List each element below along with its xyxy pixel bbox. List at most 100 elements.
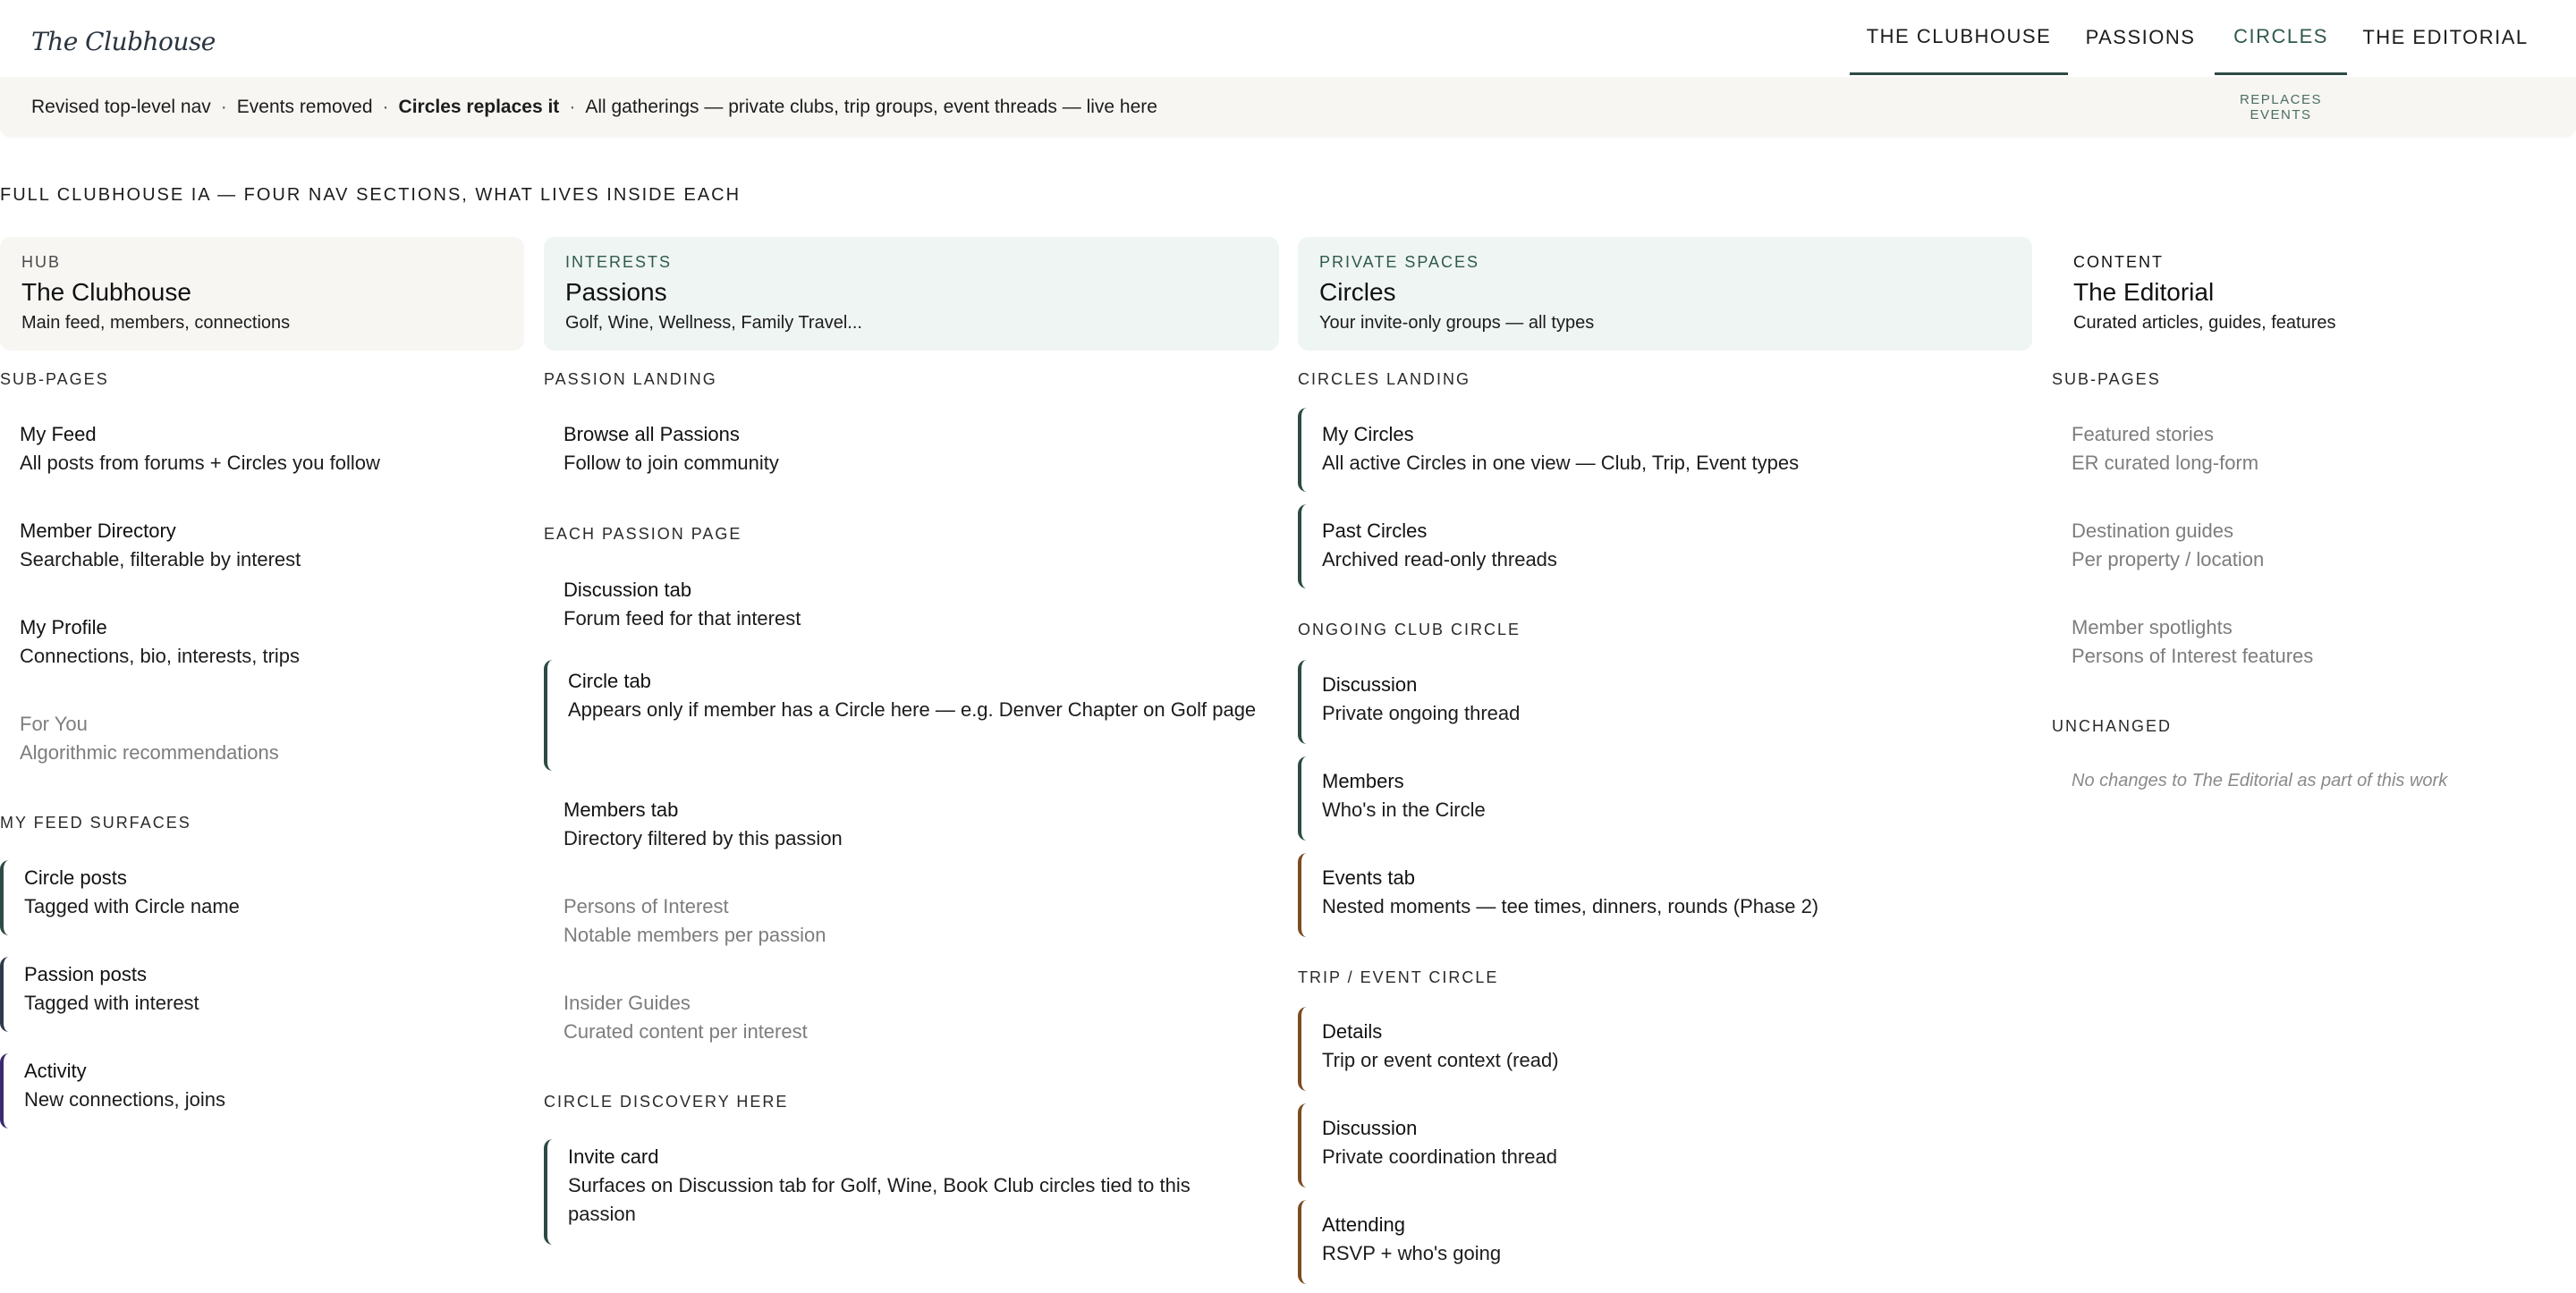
- item-desc: Private ongoing thread: [1322, 702, 1521, 724]
- item-title: Details: [1322, 1020, 1383, 1043]
- passions-item-invite-card[interactable]: Invite card Surfaces on Discussion tab f…: [544, 1139, 1279, 1245]
- item-title: Discussion: [1322, 1117, 1418, 1139]
- item-desc: Tagged with interest: [24, 992, 199, 1014]
- surface-passion-posts[interactable]: Passion posts Tagged with interest: [0, 957, 524, 1032]
- banner-separator: ·: [220, 97, 227, 117]
- trip-item-discussion[interactable]: Discussion Private coordination thread: [1298, 1103, 2032, 1187]
- logo[interactable]: The Clubhouse: [31, 27, 216, 56]
- editorial-item-featured-stories[interactable]: Featured stories ER curated long-form: [2052, 420, 2576, 477]
- circles-tag: PRIVATE SPACES: [1319, 253, 1480, 271]
- clubhouse-subtitle: Main feed, members, connections: [21, 313, 291, 333]
- item-desc: Forum feed for that interest: [564, 607, 801, 630]
- unchanged-label: UNCHANGED: [2052, 717, 2173, 735]
- item-desc: New connections, joins: [24, 1088, 226, 1111]
- item-title: Member spotlights: [2072, 616, 2233, 638]
- circles-title: Circles: [1319, 278, 1396, 306]
- nav-tab-circles[interactable]: CIRCLES: [2215, 0, 2347, 75]
- editorial-subpages-label: SUB-PAGES: [2052, 370, 2161, 388]
- item-title: My Profile: [20, 616, 107, 638]
- passions-item-circle-tab[interactable]: Circle tab Appears only if member has a …: [544, 660, 1279, 771]
- trip-item-attending[interactable]: Attending RSVP + who's going: [1298, 1200, 2032, 1284]
- clubhouse-item-my-feed[interactable]: My Feed All posts from forums + Circles …: [0, 420, 524, 477]
- page-heading: FULL CLUBHOUSE IA — FOUR NAV SECTIONS, W…: [0, 185, 741, 205]
- item-desc: Surfaces on Discussion tab for Golf, Win…: [568, 1174, 1191, 1225]
- clubhouse-title: The Clubhouse: [21, 278, 191, 306]
- nav-tab-editorial[interactable]: THE EDITORIAL: [2347, 0, 2544, 75]
- clubhouse-item-for-you[interactable]: For You Algorithmic recommendations: [0, 710, 524, 767]
- circles-replaces-note: REPLACES EVENTS: [2239, 92, 2323, 123]
- item-desc: Searchable, filterable by interest: [20, 548, 301, 570]
- club-item-events-tab[interactable]: Events tab Nested moments — tee times, d…: [1298, 853, 2032, 937]
- circles-header-card: PRIVATE SPACES Circles Your invite-only …: [1298, 237, 2032, 351]
- editorial-item-member-spotlights[interactable]: Member spotlights Persons of Interest fe…: [2052, 613, 2576, 671]
- item-title: My Circles: [1322, 423, 1414, 445]
- passions-item-browse[interactable]: Browse all Passions Follow to join commu…: [544, 420, 1279, 477]
- item-title: Featured stories: [2072, 423, 2214, 445]
- item-title: Persons of Interest: [564, 895, 729, 917]
- item-title: Members tab: [564, 799, 679, 821]
- item-title: Attending: [1322, 1213, 1405, 1236]
- item-desc: Tagged with Circle name: [24, 895, 240, 917]
- editorial-title: The Editorial: [2073, 278, 2215, 306]
- nav-tab-passions[interactable]: PASSIONS: [2068, 0, 2213, 75]
- passions-item-discussion-tab[interactable]: Discussion tab Forum feed for that inter…: [544, 576, 1279, 633]
- editorial-subtitle: Curated articles, guides, features: [2073, 313, 2336, 333]
- passions-title: Passions: [565, 278, 667, 306]
- item-desc: Persons of Interest features: [2072, 645, 2314, 667]
- item-title: Invite card: [568, 1145, 659, 1168]
- item-desc: RSVP + who's going: [1322, 1242, 1502, 1264]
- item-desc: ER curated long-form: [2072, 452, 2259, 474]
- surface-activity[interactable]: Activity New connections, joins: [0, 1053, 524, 1128]
- clubhouse-item-my-profile[interactable]: My Profile Connections, bio, interests, …: [0, 613, 524, 671]
- item-desc: Trip or event context (read): [1322, 1049, 1559, 1071]
- nav-tab-clubhouse[interactable]: THE CLUBHOUSE: [1850, 0, 2068, 75]
- banner-text-2: Events removed: [236, 97, 373, 117]
- passions-header-card: INTERESTS Passions Golf, Wine, Wellness,…: [544, 237, 1279, 351]
- trip-item-details[interactable]: Details Trip or event context (read): [1298, 1007, 2032, 1091]
- item-desc: Follow to join community: [564, 452, 779, 474]
- surface-circle-posts[interactable]: Circle posts Tagged with Circle name: [0, 860, 524, 935]
- banner-text-1: Revised top-level nav: [31, 97, 211, 117]
- editorial-unchanged-note: No changes to The Editorial as part of t…: [2072, 771, 2448, 790]
- editorial-header-card: CONTENT The Editorial Curated articles, …: [2052, 237, 2576, 351]
- passions-item-insider-guides[interactable]: Insider Guides Curated content per inter…: [544, 989, 1279, 1046]
- item-title: My Feed: [20, 423, 97, 445]
- item-desc: Curated content per interest: [564, 1020, 808, 1043]
- item-desc: Who's in the Circle: [1322, 799, 1486, 821]
- item-title: Circle posts: [24, 866, 127, 889]
- item-title: Insider Guides: [564, 992, 691, 1014]
- revision-banner: Revised top-level nav · Events removed ·…: [0, 77, 2576, 138]
- item-title: Browse all Passions: [564, 423, 740, 445]
- banner-separator: ·: [382, 97, 389, 117]
- clubhouse-tag: HUB: [21, 253, 62, 271]
- my-feed-surfaces-label: MY FEED SURFACES: [0, 814, 191, 832]
- club-item-members[interactable]: Members Who's in the Circle: [1298, 756, 2032, 841]
- circles-item-my-circles[interactable]: My Circles All active Circles in one vie…: [1298, 408, 2032, 492]
- item-title: Destination guides: [2072, 520, 2234, 542]
- banner-text-4: All gatherings — private clubs, trip gro…: [585, 97, 1157, 117]
- banner-text-3: Circles replaces it: [398, 97, 560, 117]
- item-desc: Directory filtered by this passion: [564, 827, 843, 849]
- passions-item-members-tab[interactable]: Members tab Directory filtered by this p…: [544, 796, 1279, 853]
- each-passion-page-label: EACH PASSION PAGE: [544, 525, 742, 543]
- passions-item-persons-of-interest[interactable]: Persons of Interest Notable members per …: [544, 892, 1279, 950]
- clubhouse-item-member-directory[interactable]: Member Directory Searchable, filterable …: [0, 517, 524, 574]
- circle-discovery-label: CIRCLE DISCOVERY HERE: [544, 1093, 789, 1111]
- item-title: Discussion tab: [564, 579, 692, 601]
- item-desc: Appears only if member has a Circle here…: [568, 698, 1257, 721]
- passions-subtitle: Golf, Wine, Wellness, Family Travel...: [565, 313, 862, 333]
- ongoing-club-circle-label: ONGOING CLUB CIRCLE: [1298, 621, 1521, 638]
- editorial-tag: CONTENT: [2073, 253, 2164, 271]
- club-item-discussion[interactable]: Discussion Private ongoing thread: [1298, 660, 2032, 744]
- circles-item-past-circles[interactable]: Past Circles Archived read-only threads: [1298, 504, 2032, 588]
- clubhouse-header-card: HUB The Clubhouse Main feed, members, co…: [0, 237, 524, 351]
- item-desc: Algorithmic recommendations: [20, 741, 279, 764]
- item-desc: Connections, bio, interests, trips: [20, 645, 301, 667]
- passion-landing-label: PASSION LANDING: [544, 370, 717, 388]
- editorial-item-destination-guides[interactable]: Destination guides Per property / locati…: [2052, 517, 2576, 574]
- trip-event-circle-label: TRIP / EVENT CIRCLE: [1298, 968, 1499, 986]
- circles-landing-label: CIRCLES LANDING: [1298, 370, 1471, 388]
- item-desc: All active Circles in one view — Club, T…: [1322, 452, 1800, 474]
- clubhouse-subpages-label: SUB-PAGES: [0, 370, 109, 388]
- top-nav: The Clubhouse THE CLUBHOUSE PASSIONS CIR…: [0, 0, 2576, 77]
